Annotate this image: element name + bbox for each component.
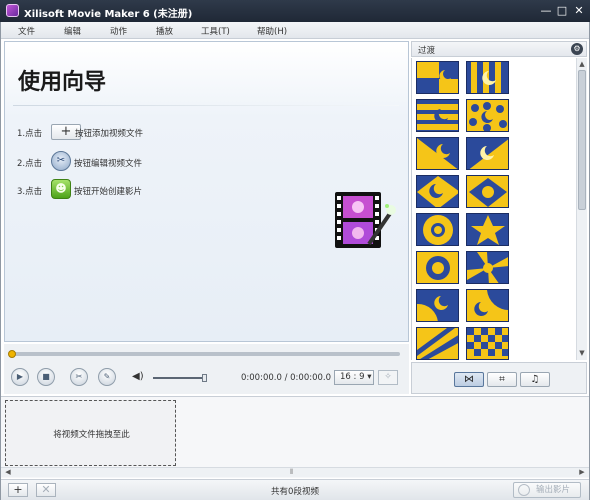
- menu-file[interactable]: 文件: [18, 25, 35, 37]
- scrollbar-grip-icon[interactable]: ⦀: [290, 468, 293, 477]
- create-movie-icon[interactable]: ☻: [51, 179, 71, 199]
- export-icon: [518, 484, 530, 496]
- add-clip-button[interactable]: +: [8, 483, 28, 497]
- transition-thumbnail[interactable]: [416, 61, 459, 94]
- preview-panel: 使用向导 1.点击 + 按钮添加视频文件 2.点击 ✂ 按钮编辑视频文件 3.点…: [4, 41, 409, 342]
- stop-button[interactable]: ■: [37, 368, 55, 386]
- transition-thumbnail[interactable]: [466, 175, 509, 208]
- panel-title: 过渡: [418, 46, 436, 56]
- transition-thumbnail[interactable]: [416, 289, 459, 322]
- edit-clip-button[interactable]: ✎: [98, 368, 116, 386]
- aspect-ratio-select[interactable]: 16 : 9 ▾: [334, 370, 374, 385]
- close-button[interactable]: ✕: [571, 3, 587, 18]
- maximize-button[interactable]: □: [554, 3, 570, 18]
- edit-video-icon[interactable]: ✂: [51, 151, 71, 171]
- step-number: 2.点击: [17, 159, 43, 169]
- transition-thumbnail[interactable]: [416, 327, 459, 360]
- menu-bar: 文件 编辑 动作 播放 工具(T) 帮助(H): [0, 22, 590, 39]
- timeline-scrollbar[interactable]: ◀ ⦀ ▶: [0, 467, 590, 477]
- aspect-ratio-value: 16 : 9: [340, 372, 365, 382]
- fullscreen-button[interactable]: ✧: [378, 370, 398, 385]
- transition-thumbnail[interactable]: [466, 99, 509, 132]
- clip-timeline: 将视频文件拖拽至此 ◀ ⦀ ▶: [0, 396, 590, 478]
- app-logo-icon: [6, 4, 19, 17]
- transition-thumbnail[interactable]: [466, 289, 509, 322]
- status-text: 共有0段视频: [271, 487, 319, 497]
- gear-icon[interactable]: ⚙: [571, 43, 583, 55]
- transition-list: [411, 58, 576, 360]
- transition-thumbnail[interactable]: [466, 137, 509, 170]
- menu-action[interactable]: 动作: [110, 25, 127, 37]
- scroll-up-arrow-icon[interactable]: ▲: [577, 59, 587, 69]
- panel-tab-bar: ⋈ ⌗ ♫: [411, 362, 587, 394]
- drop-hint: 将视频文件拖拽至此: [53, 430, 130, 440]
- menu-play[interactable]: 播放: [156, 25, 173, 37]
- transition-thumbnail[interactable]: [416, 213, 459, 246]
- tab-crop[interactable]: ⌗: [487, 372, 517, 387]
- scroll-left-arrow-icon[interactable]: ◀: [3, 468, 13, 477]
- tab-transitions[interactable]: ⋈: [454, 372, 484, 387]
- divider: [13, 105, 399, 106]
- title-bar: Xilisoft Movie Maker 6 (未注册) — □ ✕: [0, 0, 590, 22]
- tab-music[interactable]: ♫: [520, 372, 550, 387]
- transition-thumbnail[interactable]: [416, 251, 459, 284]
- transition-thumbnail[interactable]: [416, 175, 459, 208]
- transition-thumbnail[interactable]: [416, 99, 459, 132]
- snapshot-button[interactable]: ✂: [70, 368, 88, 386]
- volume-slider[interactable]: [153, 377, 205, 379]
- film-strip-logo-icon: [335, 192, 396, 248]
- seek-handle[interactable]: [8, 350, 16, 358]
- volume-icon[interactable]: ◀): [132, 371, 144, 382]
- menu-help[interactable]: 帮助(H): [257, 25, 287, 37]
- export-label: 输出影片: [536, 485, 571, 495]
- transition-thumbnail[interactable]: [416, 137, 459, 170]
- step-description: 按钮编辑视频文件: [74, 159, 143, 169]
- scroll-down-arrow-icon[interactable]: ▼: [577, 348, 587, 358]
- step-description: 按钮开始创建影片: [74, 187, 143, 197]
- minimize-button[interactable]: —: [538, 3, 554, 18]
- wizard-title: 使用向导: [18, 70, 107, 95]
- video-drop-zone[interactable]: 将视频文件拖拽至此: [5, 400, 176, 466]
- menu-edit[interactable]: 编辑: [64, 25, 81, 37]
- step-number: 3.点击: [17, 187, 43, 197]
- transition-thumbnail[interactable]: [466, 61, 509, 94]
- scrollbar-thumb[interactable]: [578, 70, 586, 210]
- remove-clip-button[interactable]: ✕: [36, 483, 56, 497]
- transition-panel-header: 过渡 ⚙: [411, 41, 587, 57]
- scroll-right-arrow-icon[interactable]: ▶: [577, 468, 587, 477]
- status-bar: 共有0段视频 + ✕ 输出影片: [0, 479, 590, 500]
- player-controls: ▶ ■ ✂ ✎ ◀) 0:00:00.0 / 0:00:00.0 16 : 9 …: [4, 344, 409, 394]
- menu-tools[interactable]: 工具(T): [201, 25, 230, 37]
- step-description: 按钮添加视频文件: [75, 129, 144, 139]
- volume-handle[interactable]: [202, 374, 207, 382]
- transition-thumbnail[interactable]: [466, 213, 509, 246]
- seek-bar[interactable]: [10, 352, 400, 356]
- window-title: Xilisoft Movie Maker 6 (未注册): [24, 9, 193, 20]
- export-movie-button[interactable]: 输出影片: [513, 482, 581, 498]
- transition-list-scrollbar[interactable]: ▲ ▼: [576, 58, 587, 360]
- time-display: 0:00:00.0 / 0:00:00.0: [241, 373, 332, 383]
- transition-thumbnail[interactable]: [466, 327, 509, 360]
- transition-thumbnail[interactable]: [466, 251, 509, 284]
- step-number: 1.点击: [17, 129, 43, 139]
- play-button[interactable]: ▶: [11, 368, 29, 386]
